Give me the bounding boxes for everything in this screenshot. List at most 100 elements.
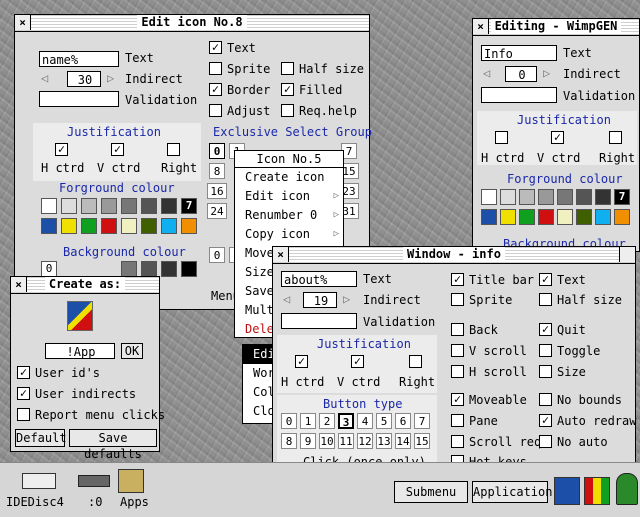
bg-swatch[interactable] <box>121 261 137 277</box>
bt-number[interactable]: 7 <box>414 413 430 429</box>
fg-swatch[interactable] <box>576 209 592 225</box>
wimpgen-h-ctrd-checkbox[interactable] <box>495 131 508 144</box>
indirect-field[interactable]: 30 <box>67 71 101 87</box>
apps-icon[interactable] <box>118 469 144 493</box>
esg-number[interactable]: 0 <box>209 143 225 159</box>
esg-number[interactable]: 16 <box>207 183 227 199</box>
bt-number[interactable]: 2 <box>319 413 335 429</box>
fg-swatch[interactable] <box>81 218 97 234</box>
bg-swatch[interactable] <box>181 261 197 277</box>
menu-item-edit-icon[interactable]: Edit icon ▷ <box>235 187 343 206</box>
bt-number[interactable]: 12 <box>357 433 373 449</box>
bg-swatch[interactable] <box>161 261 177 277</box>
bt-number[interactable]: 0 <box>209 247 225 263</box>
bt-number[interactable]: 10 <box>319 433 335 449</box>
wimpgen-validation-field[interactable] <box>481 87 557 103</box>
fg-palette[interactable]: 7 <box>41 198 201 234</box>
scroll-req-checkbox[interactable] <box>451 435 464 448</box>
back-checkbox[interactable] <box>451 323 464 336</box>
half-size-flag-checkbox[interactable] <box>539 293 552 306</box>
title-bar-checkbox[interactable]: ✓ <box>451 273 464 286</box>
border-checkbox[interactable]: ✓ <box>209 83 222 96</box>
increment-arrow-icon[interactable]: ▷ <box>107 71 114 85</box>
fg-swatch[interactable] <box>161 198 177 214</box>
bt-number[interactable]: 15 <box>414 433 430 449</box>
fg-swatch[interactable] <box>519 209 535 225</box>
fg-swatch[interactable] <box>538 209 554 225</box>
ok-button[interactable]: OK <box>121 343 143 359</box>
close-icon[interactable]: × <box>15 15 31 30</box>
toggle-checkbox[interactable] <box>539 344 552 357</box>
bt-number[interactable]: 14 <box>395 433 411 449</box>
right-checkbox[interactable] <box>167 143 180 156</box>
bt-number[interactable]: 6 <box>395 413 411 429</box>
wimpgen-text-field[interactable]: Info <box>481 45 557 61</box>
fg-swatch[interactable] <box>141 198 157 214</box>
bt-number-selected[interactable]: 3 <box>338 413 354 429</box>
report-menu-clicks-checkbox[interactable] <box>17 408 30 421</box>
bg-swatch-selected[interactable]: 0 <box>41 261 57 277</box>
save-defaults-button[interactable]: Save defaults <box>69 429 157 461</box>
wimpgen-fg-palette[interactable]: 7 <box>481 189 637 227</box>
toggle-size-icon[interactable] <box>619 247 635 262</box>
close-icon[interactable]: × <box>473 19 489 34</box>
window-info-titlebar[interactable]: × Window - info <box>273 247 635 264</box>
h-ctrd-checkbox[interactable]: ✓ <box>55 143 68 156</box>
info-h-ctrd-checkbox[interactable]: ✓ <box>295 355 308 368</box>
fg-swatch[interactable] <box>41 218 57 234</box>
decrement-arrow-icon[interactable]: ◁ <box>41 71 48 85</box>
fg-swatch[interactable] <box>121 198 137 214</box>
filled-checkbox[interactable]: ✓ <box>281 83 294 96</box>
user-ids-checkbox[interactable]: ✓ <box>17 366 30 379</box>
fg-swatch[interactable] <box>61 218 77 234</box>
default-button[interactable]: Default <box>15 429 67 447</box>
bt-number[interactable]: 8 <box>281 433 297 449</box>
text-checkbox[interactable]: ✓ <box>209 41 222 54</box>
tree-app-icon[interactable] <box>616 473 638 505</box>
wimpgen-v-ctrd-checkbox[interactable]: ✓ <box>551 131 564 144</box>
user-indirects-checkbox[interactable]: ✓ <box>17 387 30 400</box>
wimpgen-indirect-field[interactable]: 0 <box>505 66 537 82</box>
adjust-checkbox[interactable] <box>209 104 222 117</box>
bt-number[interactable]: 5 <box>376 413 392 429</box>
req-help-checkbox[interactable] <box>281 104 294 117</box>
ram-disc-icon[interactable] <box>78 475 110 487</box>
fg-swatch[interactable] <box>481 209 497 225</box>
decrement-arrow-icon[interactable]: ◁ <box>283 292 290 306</box>
auto-redraw-checkbox[interactable]: ✓ <box>539 414 552 427</box>
application-button[interactable]: Application <box>472 481 552 503</box>
no-auto-checkbox[interactable] <box>539 435 552 448</box>
close-icon[interactable]: × <box>273 247 289 262</box>
close-icon[interactable]: × <box>11 277 27 292</box>
bt-number[interactable]: 9 <box>300 433 316 449</box>
menu-item-renumber[interactable]: Renumber 0 ▷ <box>235 206 343 225</box>
bt-number[interactable]: 4 <box>357 413 373 429</box>
size-checkbox[interactable] <box>539 365 552 378</box>
wimpgen-titlebar[interactable]: × Editing - WimpGEN <box>473 19 639 36</box>
fg-swatch[interactable] <box>519 189 535 205</box>
fg-swatch[interactable] <box>557 189 573 205</box>
half-size-checkbox[interactable] <box>281 62 294 75</box>
menu-item-copy-icon[interactable]: Copy icon ▷ <box>235 225 343 244</box>
sprite-checkbox[interactable] <box>209 62 222 75</box>
fg-swatch[interactable] <box>41 198 57 214</box>
fg-swatch[interactable] <box>481 189 497 205</box>
bt-number[interactable]: 1 <box>300 413 316 429</box>
v-ctrd-checkbox[interactable]: ✓ <box>111 143 124 156</box>
window-app-icon[interactable] <box>554 477 580 505</box>
v-scroll-checkbox[interactable] <box>451 344 464 357</box>
fg-swatch[interactable] <box>500 189 516 205</box>
menu-item-create-icon[interactable]: Create icon <box>235 168 343 187</box>
moveable-checkbox[interactable]: ✓ <box>451 393 464 406</box>
fg-swatch[interactable] <box>538 189 554 205</box>
info-right-checkbox[interactable] <box>409 355 422 368</box>
fg-swatch[interactable] <box>614 209 630 225</box>
bt-number[interactable]: 11 <box>338 433 354 449</box>
esg-number[interactable]: 8 <box>209 163 225 179</box>
submenu-button[interactable]: Submenu <box>394 481 468 503</box>
fg-swatch[interactable] <box>81 198 97 214</box>
palette-app-icon[interactable] <box>584 477 610 505</box>
text-field[interactable]: name% <box>39 51 119 67</box>
quit-checkbox[interactable]: ✓ <box>539 323 552 336</box>
info-v-ctrd-checkbox[interactable]: ✓ <box>351 355 364 368</box>
